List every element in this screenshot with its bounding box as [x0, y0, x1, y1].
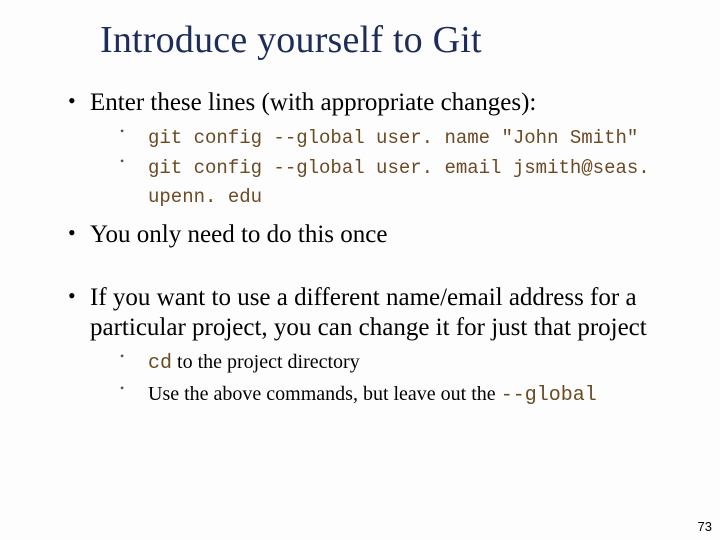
- sub-bullet-leave-out-global: Use the above commands, but leave out th…: [120, 380, 680, 410]
- code-cd: cd: [148, 352, 172, 375]
- code-git-name: git config --global user. name "John Smi…: [148, 127, 638, 149]
- slide-title: Introduce yourself to Git: [100, 18, 680, 62]
- bullet-text: Enter these lines (with appropriate chan…: [90, 89, 536, 116]
- sub-bullet-git-name: git config --global user. name "John Smi…: [120, 123, 680, 152]
- sub-bullet-list: git config --global user. name "John Smi…: [90, 123, 680, 211]
- sub-bullet-git-email: git config --global user. email jsmith@s…: [120, 153, 680, 210]
- bullet-text: If you want to use a different name/emai…: [90, 284, 647, 342]
- text-cd-rest: to the project directory: [172, 351, 360, 373]
- bullet-different-project: If you want to use a different name/emai…: [68, 283, 680, 410]
- code-git-email: git config --global user. email jsmith@s…: [148, 157, 650, 208]
- bullet-list: Enter these lines (with appropriate chan…: [40, 88, 680, 251]
- slide: Introduce yourself to Git Enter these li…: [0, 0, 720, 540]
- code-global-flag: --global: [501, 384, 597, 407]
- page-number: 73: [698, 519, 712, 534]
- bullet-enter-lines: Enter these lines (with appropriate chan…: [68, 88, 680, 210]
- bullet-only-once: You only need to do this once: [68, 220, 680, 251]
- sub-bullet-list: cd to the project directory Use the abov…: [90, 348, 680, 410]
- sub-bullet-cd: cd to the project directory: [120, 348, 680, 378]
- text-leave-out: Use the above commands, but leave out th…: [148, 383, 501, 405]
- bullet-text: You only need to do this once: [90, 221, 387, 248]
- spacer: [40, 257, 680, 283]
- bullet-list: If you want to use a different name/emai…: [40, 283, 680, 410]
